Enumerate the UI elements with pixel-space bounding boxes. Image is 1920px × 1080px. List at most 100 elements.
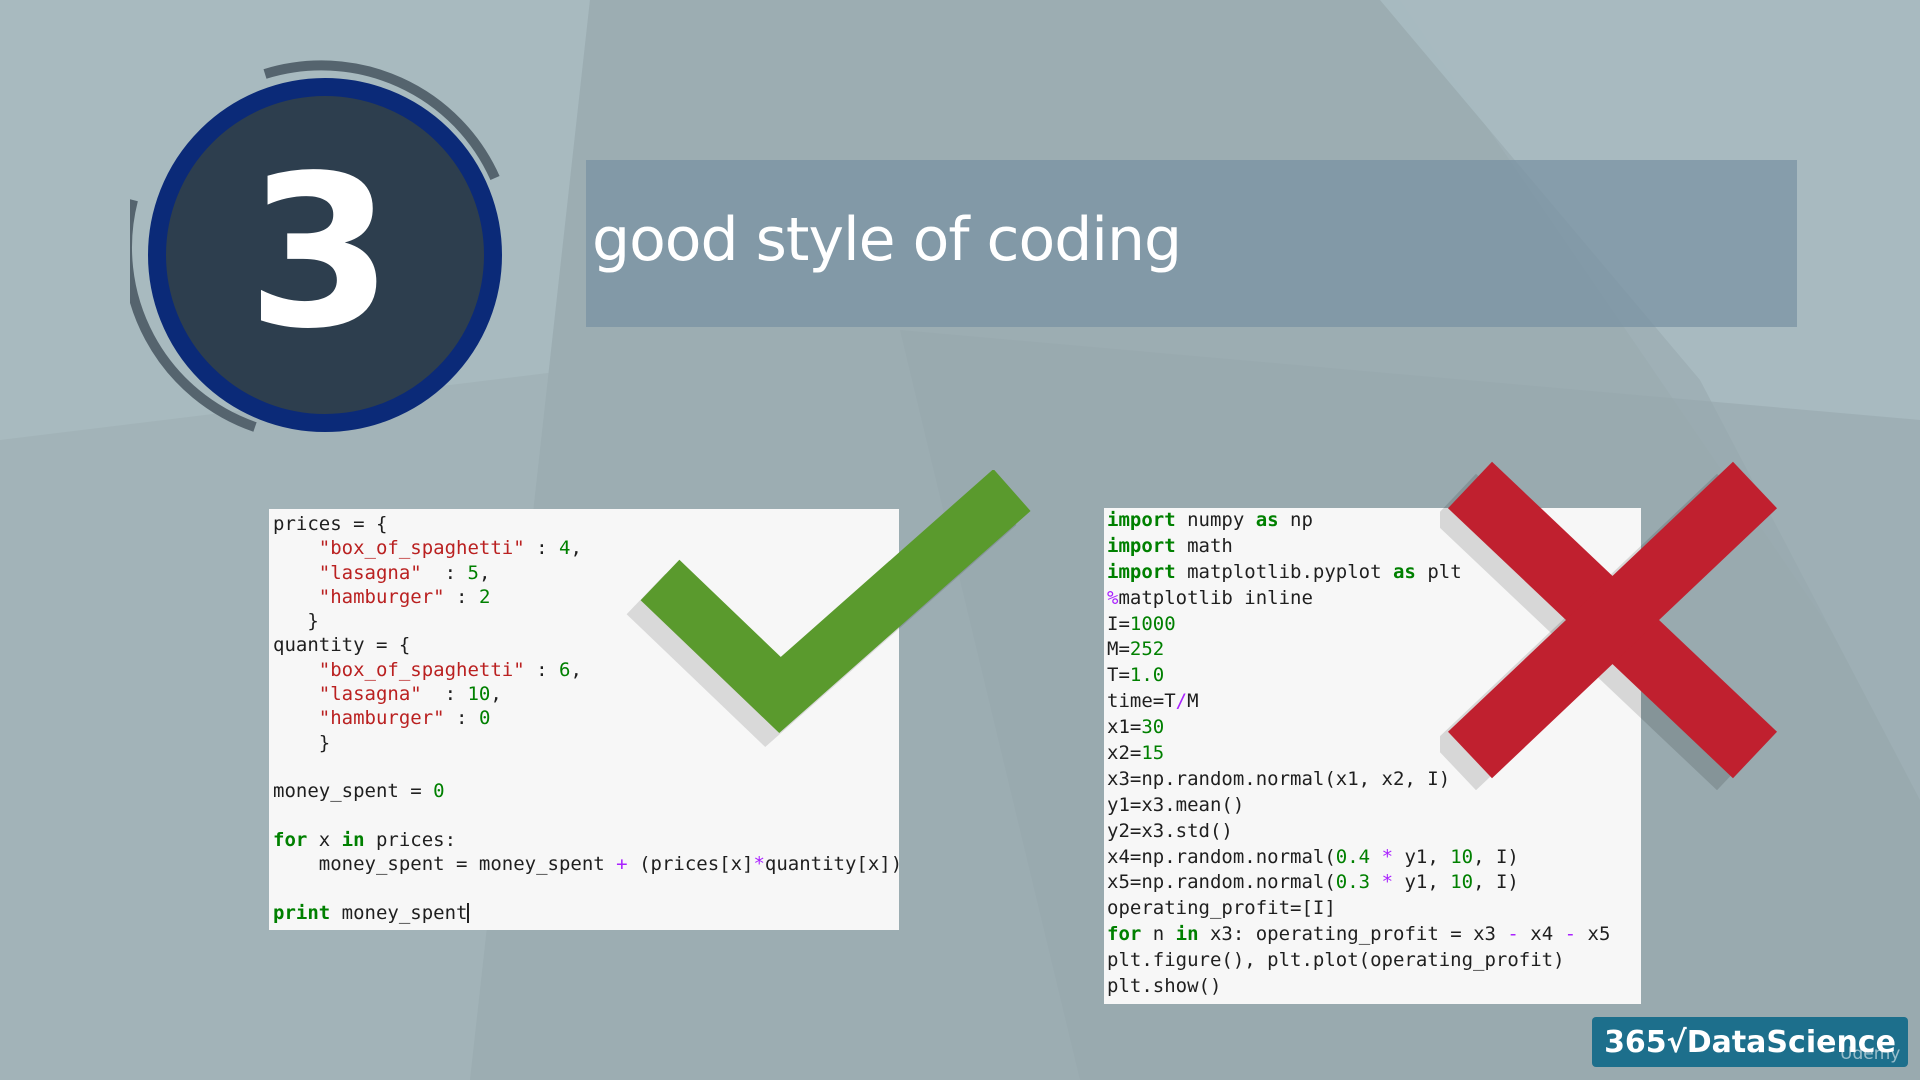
code-token: T=: [1107, 664, 1130, 687]
code-token: M: [1187, 690, 1199, 713]
code-token: 0: [478, 707, 491, 730]
code-token: -: [1507, 923, 1519, 946]
code-line: y1=x3.mean(): [1107, 793, 1638, 819]
code-token: +: [616, 853, 628, 876]
code-line: plt.figure(), plt.plot(operating_profit): [1107, 948, 1638, 974]
code-line: x5=np.random.normal(0.3 * y1, 10, I): [1107, 870, 1638, 896]
code-token: plt.show(): [1107, 975, 1222, 998]
code-token: operating_profit=[I]: [1107, 897, 1336, 920]
code-token: "lasagna": [318, 561, 422, 584]
code-token: time=T: [1107, 690, 1176, 713]
code-line: y2=x3.std(): [1107, 819, 1638, 845]
code-token: in: [341, 828, 365, 851]
code-token: x1=: [1107, 716, 1142, 739]
code-line: print money_spent: [273, 901, 895, 925]
code-token: as: [1255, 509, 1279, 531]
code-token: money_spent: [330, 901, 468, 924]
code-token: :: [421, 561, 468, 584]
code-token: 0: [433, 780, 445, 803]
code-token: 10: [1450, 845, 1474, 868]
code-line: for x in prices:: [273, 828, 895, 852]
code-token: money_spent =: [273, 780, 434, 803]
code-token: ,: [570, 537, 582, 560]
code-token: "box_of_spaghetti": [318, 658, 525, 681]
code-token: x5=np.random.normal(: [1107, 871, 1336, 894]
code-token: 2: [478, 585, 491, 608]
code-token: y1,: [1393, 871, 1451, 894]
code-token: x5: [1576, 923, 1611, 946]
cross-icon: [1440, 461, 1778, 790]
code-token: quantity[x]): [764, 853, 899, 876]
code-token: }: [273, 731, 331, 754]
code-token: I=: [1107, 612, 1130, 635]
code-token: 4: [559, 537, 571, 560]
code-token: prices:: [364, 828, 457, 851]
code-token: }: [273, 610, 319, 633]
code-token: x4: [1518, 923, 1565, 946]
code-token: , I): [1473, 871, 1519, 894]
code-token: ,: [570, 658, 582, 681]
code-token: y2=x3.std(): [1107, 819, 1233, 842]
code-token: , I): [1473, 845, 1519, 868]
code-token: x3: operating_profit = x3: [1198, 923, 1508, 946]
code-token: ,: [478, 561, 491, 584]
code-token: numpy: [1175, 509, 1256, 531]
code-token: "box_of_spaghetti": [318, 537, 525, 560]
code-token: M=: [1107, 638, 1130, 661]
code-token: 6: [559, 658, 571, 681]
code-token: as: [1392, 560, 1416, 583]
code-token: "hamburger": [318, 707, 445, 730]
code-token: 1000: [1129, 612, 1176, 635]
code-token: 30: [1141, 716, 1165, 739]
code-token: x2=: [1107, 742, 1142, 765]
code-token: (prices[x]: [627, 853, 754, 876]
code-token: import: [1107, 560, 1176, 583]
code-token: "hamburger": [318, 585, 445, 608]
code-token: :: [421, 683, 468, 706]
udemy-watermark: Udemy: [1840, 1044, 1901, 1064]
code-token: 15: [1141, 742, 1165, 765]
code-token: :: [524, 658, 559, 681]
code-token: matplotlib inline: [1118, 586, 1313, 609]
code-line: plt.show(): [1107, 974, 1638, 1000]
code-token: for: [273, 828, 308, 851]
step-number-badge: 3: [130, 60, 510, 440]
code-token: matplotlib.pyplot: [1175, 560, 1393, 583]
code-token: *: [1381, 845, 1394, 868]
code-line: operating_profit=[I]: [1107, 896, 1638, 922]
code-token: :: [524, 537, 559, 560]
code-token: money_spent = money_spent: [273, 853, 617, 876]
code-token: for: [1107, 923, 1142, 946]
code-token: math: [1175, 534, 1233, 557]
code-token: quantity = {: [273, 634, 411, 657]
code-token: :: [444, 585, 479, 608]
step-number: 3: [246, 130, 394, 375]
code-token: in: [1175, 923, 1199, 946]
code-token: y1=x3.mean(): [1107, 793, 1245, 816]
code-token: /: [1175, 690, 1188, 713]
text-cursor: [467, 902, 470, 923]
code-token: print: [273, 901, 331, 924]
code-token: import: [1107, 534, 1176, 557]
code-token: x4=np.random.normal(: [1107, 845, 1336, 868]
code-token: *: [1381, 871, 1394, 894]
code-line: x4=np.random.normal(0.4 * y1, 10, I): [1107, 845, 1638, 871]
slide-title: good style of coding: [592, 205, 1182, 275]
code-token: 5: [467, 561, 479, 584]
code-token: :: [444, 707, 479, 730]
code-token: 1.0: [1129, 664, 1165, 687]
code-token: np: [1278, 509, 1313, 531]
code-token: 0.4: [1335, 845, 1371, 868]
code-line: money_spent = money_spent + (prices[x]*q…: [273, 852, 899, 876]
code-token: prices = {: [273, 513, 388, 535]
code-token: ,: [490, 683, 502, 706]
code-token: *: [753, 853, 765, 876]
